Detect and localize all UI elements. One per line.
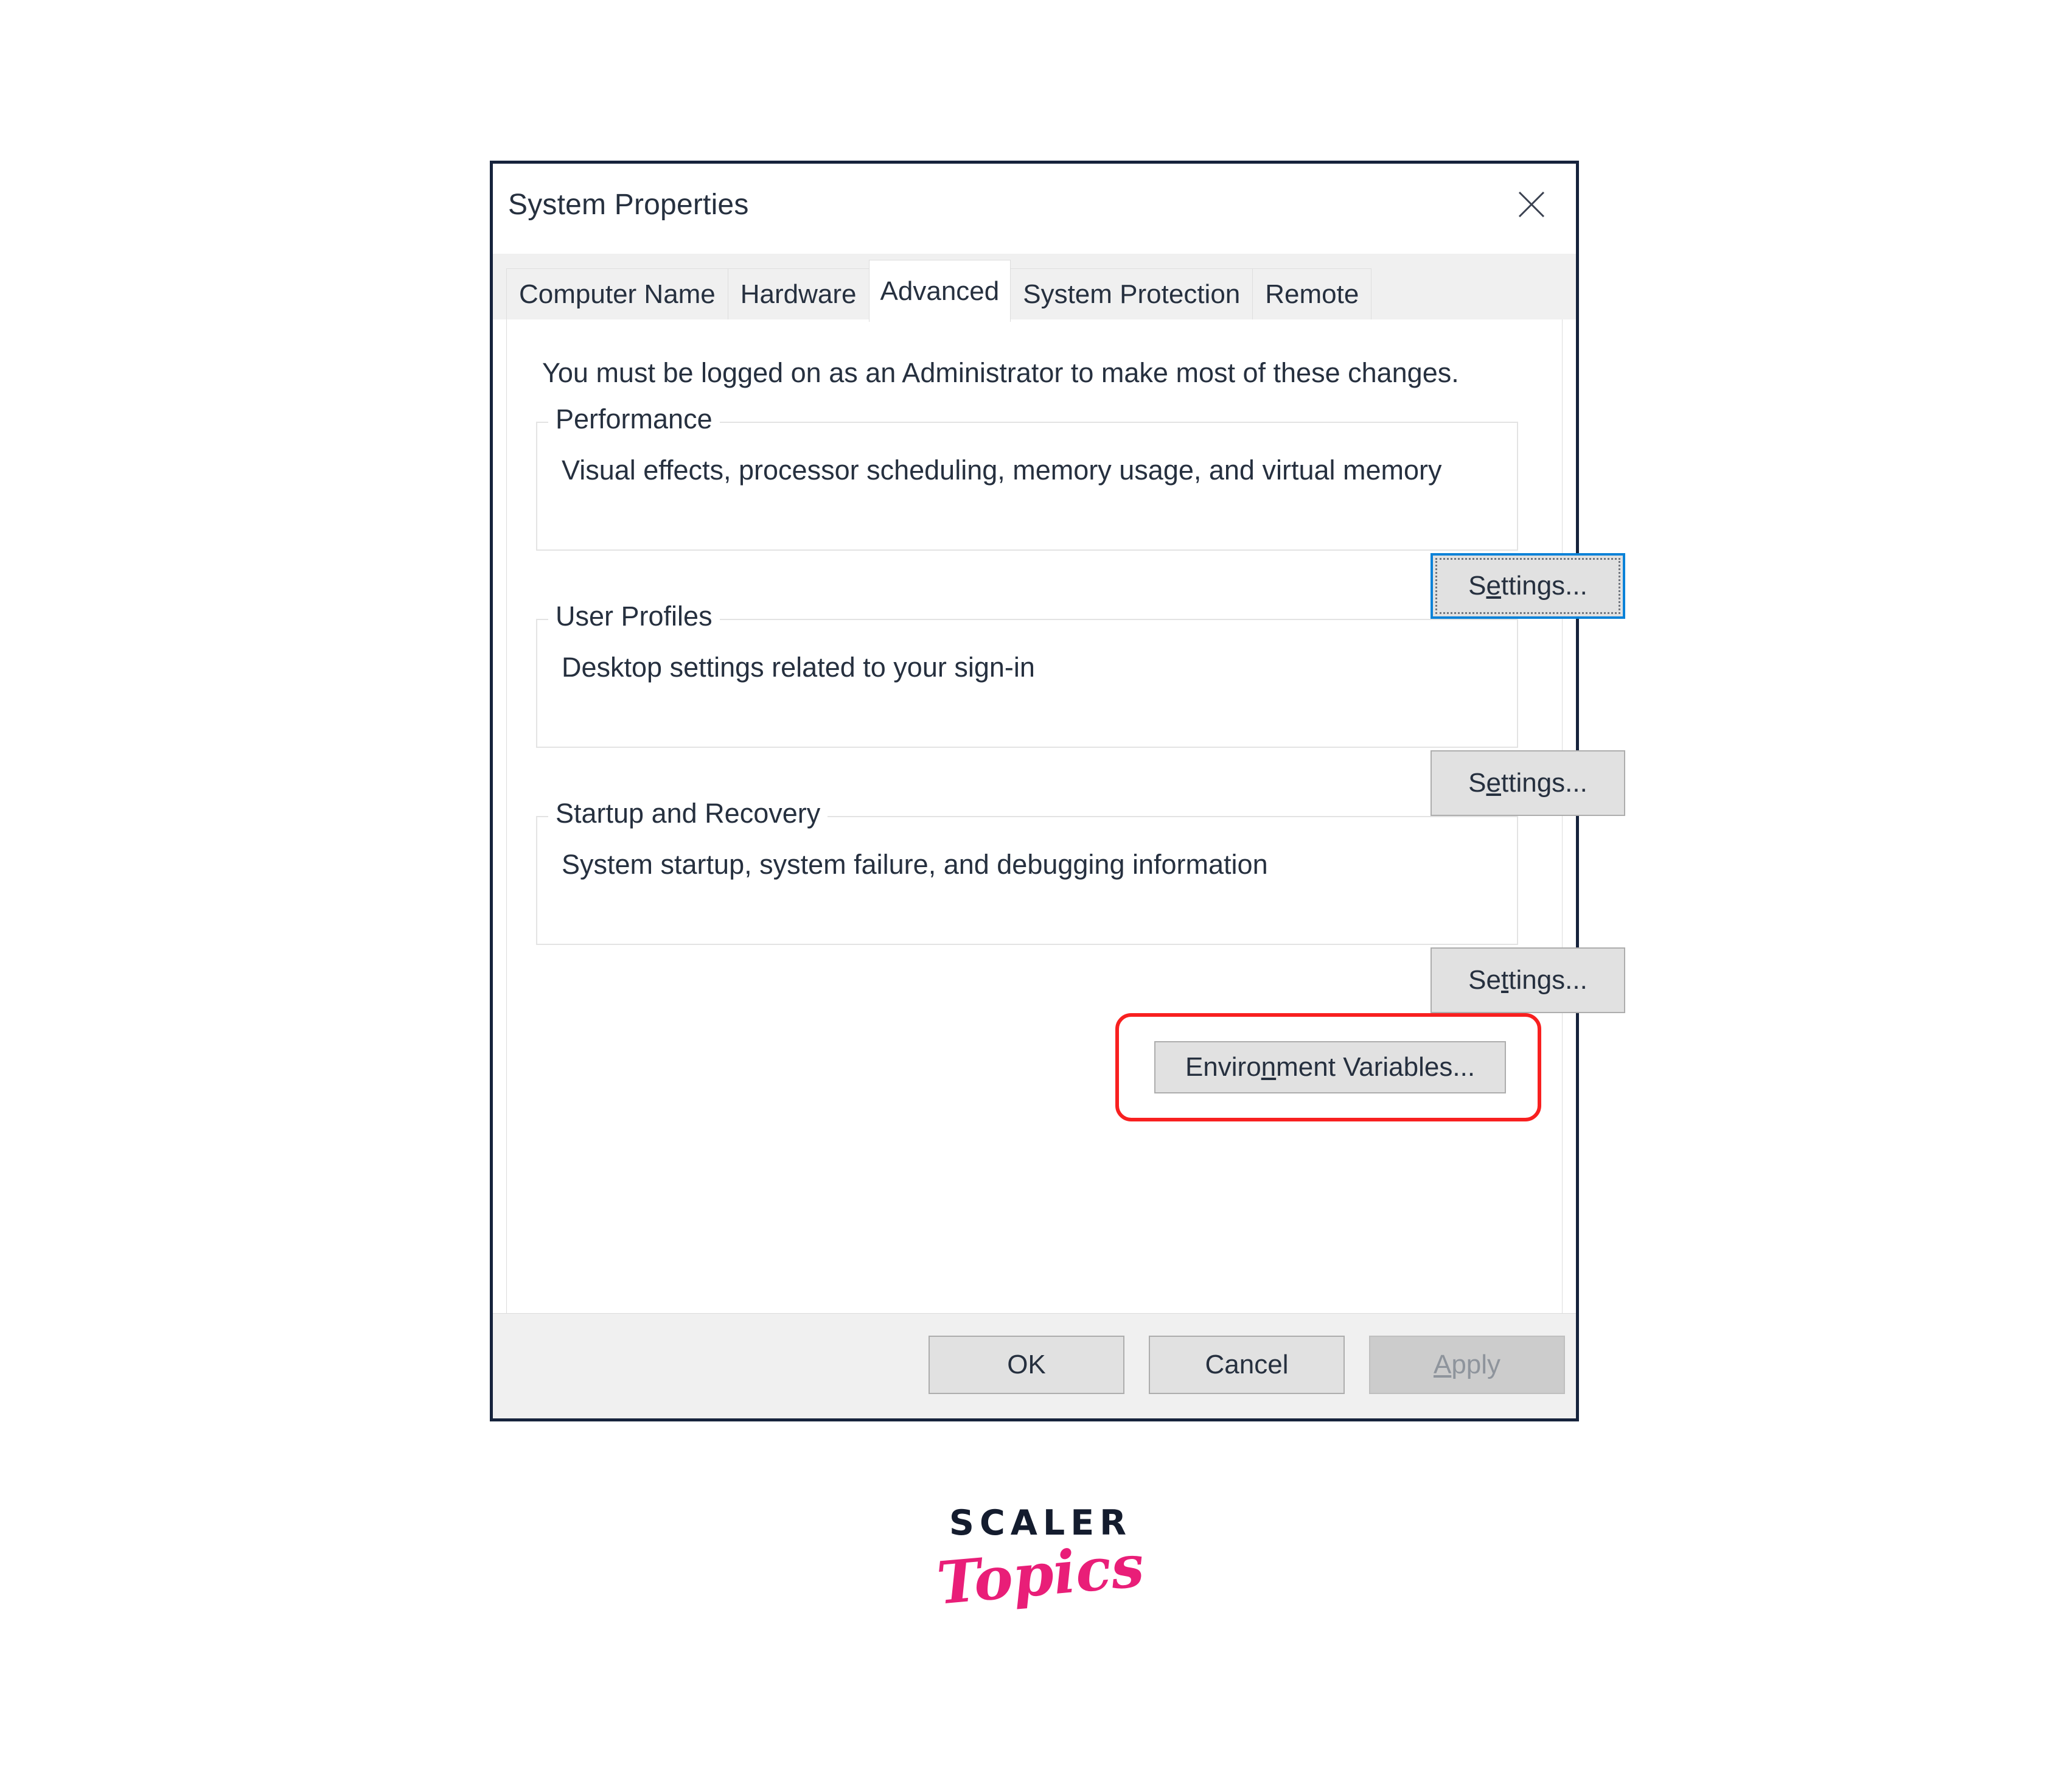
ok-button[interactable]: OK (929, 1336, 1124, 1394)
button-label: Environment Variables... (1185, 1052, 1476, 1082)
performance-settings-button[interactable]: Settings... (1431, 553, 1625, 619)
scaler-topics-logo: SCALER Topics (901, 1506, 1180, 1618)
button-label: Apply (1433, 1350, 1501, 1379)
performance-description: Visual effects, processor scheduling, me… (562, 455, 1442, 486)
user-profiles-description: Desktop settings related to your sign-in (562, 652, 1035, 683)
user-profiles-settings-button[interactable]: Settings... (1431, 750, 1625, 816)
apply-button: Apply (1369, 1336, 1565, 1394)
environment-variables-button[interactable]: Environment Variables... (1154, 1041, 1506, 1093)
tab-hardware[interactable]: Hardware (727, 268, 869, 319)
startup-recovery-group: Startup and Recovery System startup, sys… (536, 798, 1625, 1013)
tab-system-protection[interactable]: System Protection (1010, 268, 1253, 319)
tab-label: Computer Name (519, 279, 716, 309)
tab-label: Remote (1265, 279, 1359, 309)
focus-rect: Settings... (1435, 558, 1620, 614)
tab-strip: Computer Name Hardware Advanced System P… (493, 254, 1576, 322)
tab-computer-name[interactable]: Computer Name (506, 268, 728, 319)
tab-label: Hardware (740, 279, 857, 309)
button-label: Settings... (1468, 965, 1587, 995)
group-legend-performance: Performance (548, 403, 720, 435)
button-label: Settings... (1468, 571, 1587, 601)
tab-label: Advanced (880, 276, 1000, 306)
startup-recovery-description: System startup, system failure, and debu… (562, 849, 1268, 880)
cancel-button[interactable]: Cancel (1149, 1336, 1345, 1394)
tab-advanced[interactable]: Advanced (868, 260, 1011, 322)
button-label: Settings... (1468, 768, 1587, 798)
group-legend-user-profiles: User Profiles (548, 601, 720, 632)
button-label: Cancel (1205, 1350, 1289, 1379)
user-profiles-group: User Profiles Desktop settings related t… (536, 601, 1625, 816)
tab-remote[interactable]: Remote (1252, 268, 1372, 319)
close-icon[interactable] (1496, 171, 1567, 238)
button-label: OK (1007, 1350, 1046, 1379)
performance-group: Performance Visual effects, processor sc… (536, 403, 1625, 619)
title-bar: System Properties (493, 164, 1576, 254)
advanced-tab-panel: You must be logged on as an Administrato… (506, 319, 1625, 1348)
window-title: System Properties (508, 189, 749, 221)
tab-label: System Protection (1023, 279, 1241, 309)
startup-recovery-settings-button[interactable]: Settings... (1431, 947, 1625, 1013)
brand-sub: Topics (934, 1531, 1147, 1618)
admin-note: You must be logged on as an Administrato… (542, 357, 1459, 388)
dialog-footer: OK Cancel Apply (493, 1313, 1576, 1418)
group-legend-startup-recovery: Startup and Recovery (548, 798, 828, 829)
system-properties-dialog: System Properties Computer Name Hardware… (490, 161, 1625, 1421)
